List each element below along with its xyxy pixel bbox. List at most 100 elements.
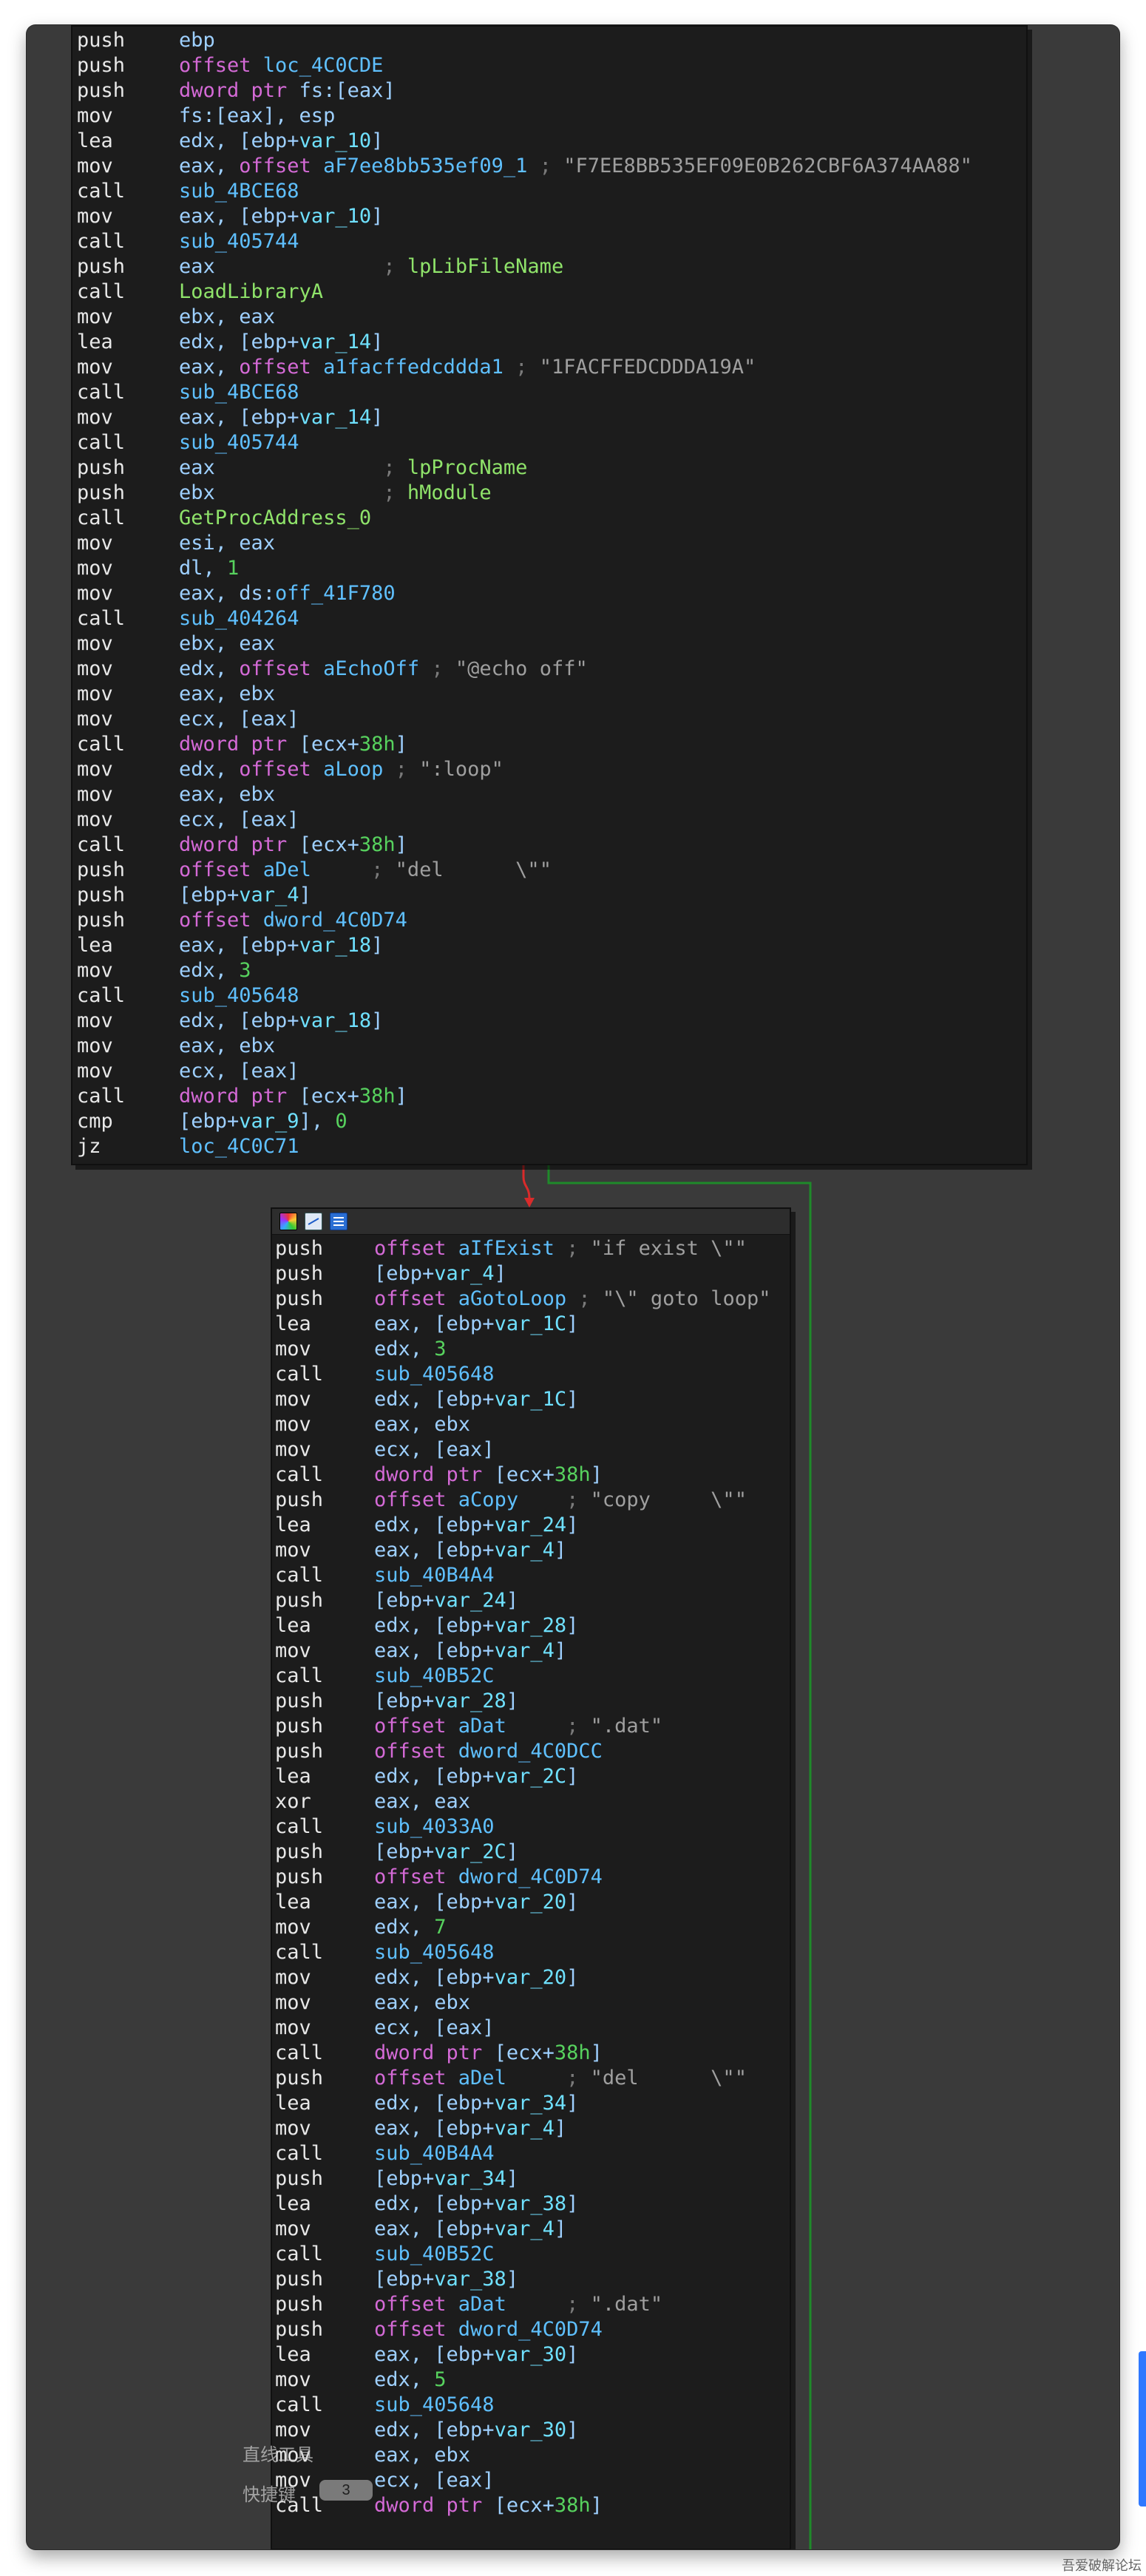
instruction-row[interactable]: mov ecx, [eax] xyxy=(72,1059,1026,1084)
mnemonic[interactable]: lea xyxy=(275,2091,374,2116)
instruction-row[interactable]: lea edx, [ebp+var_28] xyxy=(272,1613,790,1638)
operand-token[interactable]: sub_40B4A4 xyxy=(374,1564,495,1587)
mnemonic[interactable]: call xyxy=(77,606,179,631)
mnemonic[interactable]: push xyxy=(275,2317,374,2342)
operands[interactable]: [ebp+var_4] xyxy=(374,1261,506,1287)
instruction-row[interactable]: push dword ptr fs:[eax] xyxy=(72,78,1026,104)
mnemonic[interactable]: push xyxy=(77,28,179,53)
mnemonic[interactable]: mov xyxy=(77,405,179,430)
operand-token[interactable]: var_38 xyxy=(495,2192,567,2215)
operand-token[interactable]: var_18 xyxy=(299,934,372,957)
operands[interactable]: sub_4BCE68 xyxy=(179,179,299,204)
mnemonic[interactable]: mov xyxy=(77,531,179,556)
instruction-row[interactable]: push eax ; lpProcName xyxy=(72,455,1026,481)
operand-token[interactable]: var_20 xyxy=(495,1966,567,1989)
operand-token[interactable]: sub_405648 xyxy=(179,984,299,1007)
mnemonic[interactable]: mov xyxy=(275,2116,374,2141)
instruction-row[interactable]: call sub_4033A0 xyxy=(272,1814,790,1840)
operands[interactable]: eax, ebx xyxy=(374,2443,470,2468)
instruction-row[interactable]: mov edx, 3 xyxy=(72,958,1026,983)
operand-token[interactable]: var_10 xyxy=(299,205,372,228)
mnemonic[interactable]: push xyxy=(77,254,179,279)
operands[interactable]: dword ptr [ecx+38h] xyxy=(374,1462,603,1488)
mnemonic[interactable]: push xyxy=(77,455,179,481)
instruction-row[interactable]: call sub_40B4A4 xyxy=(272,1563,790,1588)
operands[interactable]: edx, 3 xyxy=(374,1337,447,1362)
mnemonic[interactable]: lea xyxy=(275,1764,374,1789)
instruction-row[interactable]: push [ebp+var_4] xyxy=(272,1261,790,1287)
instruction-row[interactable]: call sub_4BCE68 xyxy=(72,179,1026,204)
operands[interactable]: ebp xyxy=(179,28,215,53)
operands[interactable]: eax, offset a1facffedcddda1 ; "1FACFFEDC… xyxy=(179,355,756,380)
mnemonic[interactable]: mov xyxy=(77,154,179,179)
operands[interactable]: [ebp+var_28] xyxy=(374,1689,518,1714)
instruction-row[interactable]: mov eax, ebx xyxy=(272,1990,790,2016)
mnemonic[interactable]: mov xyxy=(77,807,179,833)
mnemonic[interactable]: mov xyxy=(77,1009,179,1034)
instruction-row[interactable]: push offset loc_4C0CDE xyxy=(72,53,1026,78)
operands[interactable]: sub_405648 xyxy=(374,1362,495,1387)
operand-token[interactable]: dword_4C0DCC xyxy=(458,1740,603,1763)
mnemonic[interactable]: push xyxy=(275,1689,374,1714)
instruction-row[interactable]: xor eax, eax xyxy=(272,1789,790,1814)
operands[interactable]: LoadLibraryA xyxy=(179,279,323,305)
operands[interactable]: eax, [ebp+var_20] xyxy=(374,1890,578,1915)
instruction-row[interactable]: push offset aCopy ; "copy \"" xyxy=(272,1488,790,1513)
operands[interactable]: edx, [ebp+var_2C] xyxy=(374,1764,578,1789)
operands[interactable]: eax, [ebp+var_10] xyxy=(179,204,383,229)
operands[interactable]: sub_40B4A4 xyxy=(374,1563,495,1588)
instruction-row[interactable]: mov edx, offset aLoop ; ":loop" xyxy=(72,757,1026,782)
mnemonic[interactable]: lea xyxy=(77,330,179,355)
operand-token[interactable]: lpProcName xyxy=(407,456,528,479)
operands[interactable]: eax, [ebp+var_30] xyxy=(374,2342,578,2367)
operand-token[interactable]: aEchoOff xyxy=(323,657,419,680)
operands[interactable]: eax ; lpLibFileName xyxy=(179,254,563,279)
operands[interactable]: ecx, [eax] xyxy=(374,1437,495,1462)
operand-token[interactable]: var_2C xyxy=(495,1765,567,1788)
instruction-row[interactable]: mov eax, [ebp+var_4] xyxy=(272,1638,790,1664)
operands[interactable]: offset aDel ; "del \"" xyxy=(179,858,552,883)
code-block-1[interactable]: push ebp push offset loc_4C0CDE push dword pt… xyxy=(71,25,1028,1165)
operands[interactable]: edx, [ebp+var_24] xyxy=(374,1513,578,1538)
operands[interactable]: offset aIfExist ; "if exist \"" xyxy=(374,1236,747,1261)
instruction-row[interactable]: mov eax, ebx xyxy=(72,1034,1026,1059)
mnemonic[interactable]: mov xyxy=(275,1965,374,1990)
instruction-row[interactable]: push offset dword_4C0D74 xyxy=(272,1865,790,1890)
mnemonic[interactable]: push xyxy=(77,481,179,506)
mnemonic[interactable]: mov xyxy=(275,1387,374,1412)
operands[interactable]: [ebp+var_38] xyxy=(374,2267,518,2292)
operands[interactable]: offset dword_4C0D74 xyxy=(179,908,407,933)
operands[interactable]: offset aGotoLoop ; "\" goto loop" xyxy=(374,1287,770,1312)
mnemonic[interactable]: cmp xyxy=(77,1109,179,1134)
operands[interactable]: dword ptr fs:[eax] xyxy=(179,78,396,104)
operand-token[interactable]: var_1C xyxy=(495,1388,567,1411)
operand-token[interactable]: aDel xyxy=(458,2067,506,2089)
operands[interactable]: edx, [ebp+var_14] xyxy=(179,330,383,355)
mnemonic[interactable]: mov xyxy=(275,1915,374,1940)
operands[interactable]: eax, [ebp+var_1C] xyxy=(374,1312,578,1337)
instruction-row[interactable]: mov ecx, [eax] xyxy=(72,707,1026,732)
mnemonic[interactable]: lea xyxy=(275,1513,374,1538)
instruction-row[interactable]: push ebx ; hModule xyxy=(72,481,1026,506)
instruction-row[interactable]: push offset aDat ; ".dat" xyxy=(272,1714,790,1739)
operand-token[interactable]: sub_40B52C xyxy=(374,1664,495,1687)
operands[interactable]: eax, ebx xyxy=(179,1034,275,1059)
mnemonic[interactable]: mov xyxy=(77,104,179,129)
operands[interactable]: offset aDel ; "del \"" xyxy=(374,2066,747,2091)
operand-token[interactable]: sub_405648 xyxy=(374,1363,495,1386)
instruction-row[interactable]: mov edx, [ebp+var_20] xyxy=(272,1965,790,1990)
operands[interactable]: offset loc_4C0CDE xyxy=(179,53,383,78)
mnemonic[interactable]: mov xyxy=(77,631,179,657)
operand-token[interactable]: var_4 xyxy=(434,1262,494,1285)
mnemonic[interactable]: push xyxy=(77,883,179,908)
operands[interactable]: sub_4BCE68 xyxy=(179,380,299,405)
operand-token[interactable]: var_14 xyxy=(299,406,372,429)
operands[interactable]: eax, [ebp+var_4] xyxy=(374,1638,566,1664)
instruction-row[interactable]: call sub_405648 xyxy=(272,1940,790,1965)
mnemonic[interactable]: mov xyxy=(77,581,179,606)
instruction-row[interactable]: call dword ptr [ecx+38h] xyxy=(72,732,1026,757)
instruction-row[interactable]: mov eax, offset a1facffedcddda1 ; "1FACFF… xyxy=(72,355,1026,380)
operand-token[interactable]: dword_4C0D74 xyxy=(263,909,407,932)
instruction-row[interactable]: call sub_4BCE68 xyxy=(72,380,1026,405)
mnemonic[interactable]: call xyxy=(275,2041,374,2066)
